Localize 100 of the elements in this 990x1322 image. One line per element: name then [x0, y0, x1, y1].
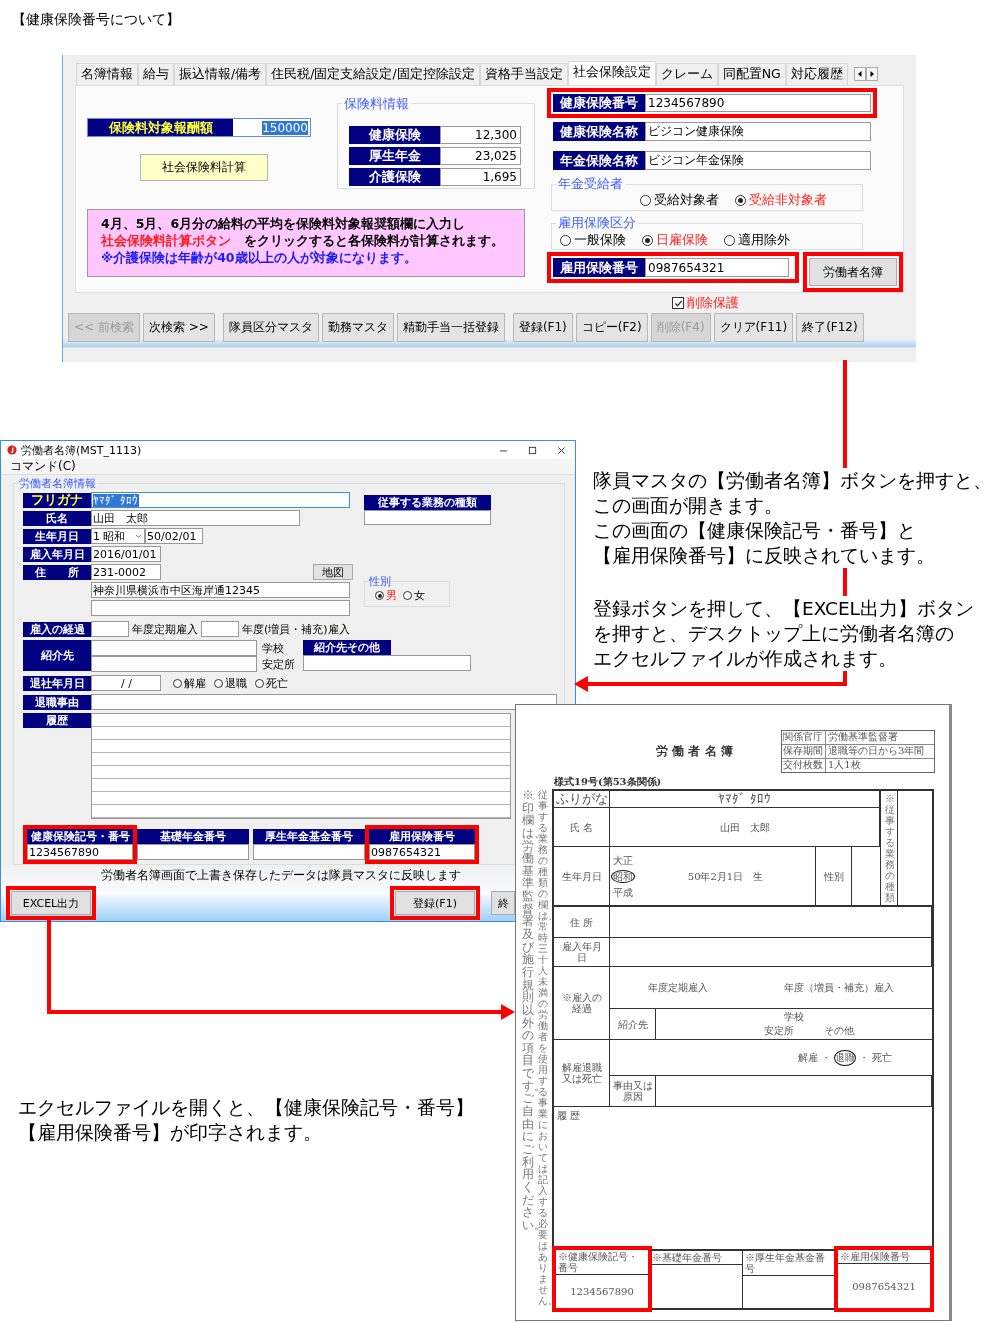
group-title: 雇用保険区分	[556, 214, 638, 232]
table-cell: ※厚生年金基金番号	[743, 1251, 835, 1276]
tab[interactable]: 対応履歴	[785, 63, 848, 85]
note-text: 4月、5月、6月分の給料の平均を保険料対象報奨額欄に入力し	[101, 215, 467, 232]
input-field[interactable]	[91, 640, 257, 656]
table-cell: 学校	[784, 1010, 804, 1024]
input-field[interactable]: 0987654321	[369, 844, 475, 860]
explanation-text: エクセルファイルが作成されます。	[593, 647, 897, 671]
tab[interactable]: 社会保険設定	[567, 61, 656, 85]
input-field[interactable]	[91, 621, 129, 637]
field-label: 健康保険番号	[553, 94, 645, 112]
table-cell: 保存期間	[782, 744, 826, 758]
tab[interactable]: クレーム	[655, 63, 718, 85]
radio-button[interactable]: 解雇	[173, 675, 206, 691]
field-label: 生年月日	[23, 528, 91, 544]
scroll-left-icon[interactable]	[853, 67, 866, 81]
table-cell-text: 退職等の日から3年間	[827, 744, 926, 758]
toolbar-button[interactable]: 登録(F1)	[512, 313, 573, 342]
table-cell-text: 労働基準監督署	[827, 730, 899, 744]
dialog-button[interactable]: 終	[491, 891, 515, 915]
calculate-button[interactable]: 社会保険料計算	[140, 154, 268, 181]
radio-button[interactable]: 受給対象者	[640, 191, 719, 209]
table-cell: 解雇退職又は死亡	[554, 1040, 610, 1106]
tab[interactable]: 住民税/固定支給設定/固定控除設定	[266, 63, 480, 85]
caret-icon[interactable]	[135, 533, 142, 539]
maximize-icon[interactable]	[528, 445, 537, 455]
info-text: 労働者名簿画面で上書き保存したデータは隊員マスタに反映します	[100, 867, 461, 884]
toolbar-button[interactable]: 隊員区分マスタ	[222, 313, 319, 342]
scroll-right-icon[interactable]	[865, 67, 878, 81]
input-field[interactable]	[364, 510, 491, 525]
tab[interactable]: 名簿情報	[76, 63, 138, 85]
input-field[interactable]: 231-0002	[91, 564, 161, 580]
radio-button[interactable]: 一般保険	[560, 231, 626, 249]
field-label: 雇用保険番号	[369, 829, 475, 844]
input-field[interactable]: 2016/01/01	[91, 546, 161, 562]
explanation-text: 隊員マスタの【労働者名簿】ボタンを押すと、	[593, 469, 990, 493]
close-icon[interactable]	[557, 445, 566, 455]
table-cell: その他	[824, 1024, 854, 1038]
radio-button[interactable]: 女	[403, 588, 425, 603]
era-dropdown[interactable]: 1 昭和	[91, 528, 145, 544]
toolbar-button[interactable]: 精勤手当一括登録	[396, 313, 505, 342]
table-cell: ※基礎年金番号	[650, 1251, 742, 1265]
input-field[interactable]: 1234567890	[645, 94, 871, 112]
input-field[interactable]	[137, 844, 249, 860]
input-field[interactable]: 50/02/01	[145, 528, 203, 544]
table-cell: ※雇用保険番号	[838, 1250, 930, 1264]
toolbar-button[interactable]: 次検索 >>	[142, 313, 215, 342]
check-icon	[673, 298, 683, 308]
toolbar-button[interactable]: コピー(F2)	[575, 313, 648, 342]
window-title: 労働者名簿(MST_1113)	[21, 442, 142, 458]
input-field[interactable]	[253, 844, 365, 860]
menu-item[interactable]: コマンド(C)	[10, 458, 76, 475]
field-label: 氏名	[23, 510, 91, 526]
toolbar-button[interactable]: 終了(F12)	[796, 313, 864, 342]
roster-button[interactable]: 労働者名簿	[809, 258, 897, 286]
explanation-text: この画面が開きます。	[593, 494, 783, 518]
map-button[interactable]: 地図	[313, 564, 353, 580]
tab[interactable]: 資格手当設定	[479, 63, 568, 85]
table-cell: ※健康保険記号・番号	[556, 1250, 648, 1275]
document-title: 労 働 者 名 簿	[656, 742, 733, 760]
table-cell: 雇入年月日	[554, 938, 610, 966]
input-field[interactable]	[201, 621, 239, 637]
field-label: 厚生年金	[349, 147, 440, 165]
table-cell: 死亡	[872, 1050, 892, 1065]
radio-button[interactable]: 適用除外	[724, 231, 790, 249]
input-field[interactable]: ﾔﾏﾀﾞ ﾀﾛｳ	[91, 492, 350, 508]
table-cell: ※従事する業務の種類	[880, 791, 898, 905]
input-field[interactable]: 1234567890	[27, 844, 133, 860]
tab[interactable]: 給与	[138, 63, 174, 85]
table-cell: 山田 太郎	[610, 808, 880, 846]
tab[interactable]: 同配置NG	[717, 63, 786, 85]
table-cell: ﾔﾏﾀﾞ ﾀﾛｳ	[610, 791, 880, 807]
input-field[interactable]	[91, 694, 557, 710]
input-field[interactable]	[91, 600, 350, 616]
input-field[interactable]: 0987654321	[645, 258, 789, 277]
history-list[interactable]	[91, 713, 511, 819]
radio-button[interactable]: 受給非対象者	[735, 191, 827, 209]
group-title: 労働者名簿情報	[18, 476, 97, 491]
radio-button[interactable]: 死亡	[255, 675, 288, 691]
dialog-button[interactable]: EXCEL出力	[11, 891, 91, 915]
table-cell-text: 履 歴	[556, 1109, 582, 1123]
input-field[interactable]	[303, 655, 471, 671]
radio-button[interactable]: 日雇保険	[642, 231, 708, 249]
amount-field[interactable]: 23,025	[440, 147, 521, 165]
input-field[interactable]: 山田 太郎	[91, 510, 300, 526]
amount-field[interactable]: 12,300	[440, 126, 521, 144]
toolbar-button[interactable]: クリア(F11)	[713, 313, 794, 342]
input-field[interactable]: ビジコン健康保険	[645, 122, 871, 141]
field-label: 従事する業務の種類	[364, 495, 491, 510]
field-label: 紹介先その他	[303, 640, 391, 655]
input-field[interactable]: ビジコン年金保険	[645, 151, 871, 170]
radio-button[interactable]: 退職	[214, 675, 247, 691]
amount-field[interactable]: 1,695	[440, 168, 521, 186]
input-field[interactable]: / /	[91, 675, 161, 691]
input-field[interactable]	[91, 656, 257, 672]
dialog-button[interactable]: 登録(F1)	[395, 891, 475, 915]
tab[interactable]: 振込情報/備考	[174, 63, 267, 85]
toolbar-button[interactable]: 勤務マスタ	[321, 313, 394, 342]
input-field[interactable]: 神奈川県横浜市中区海岸通12345	[91, 582, 350, 598]
field-label: 雇入の経過	[23, 621, 91, 637]
